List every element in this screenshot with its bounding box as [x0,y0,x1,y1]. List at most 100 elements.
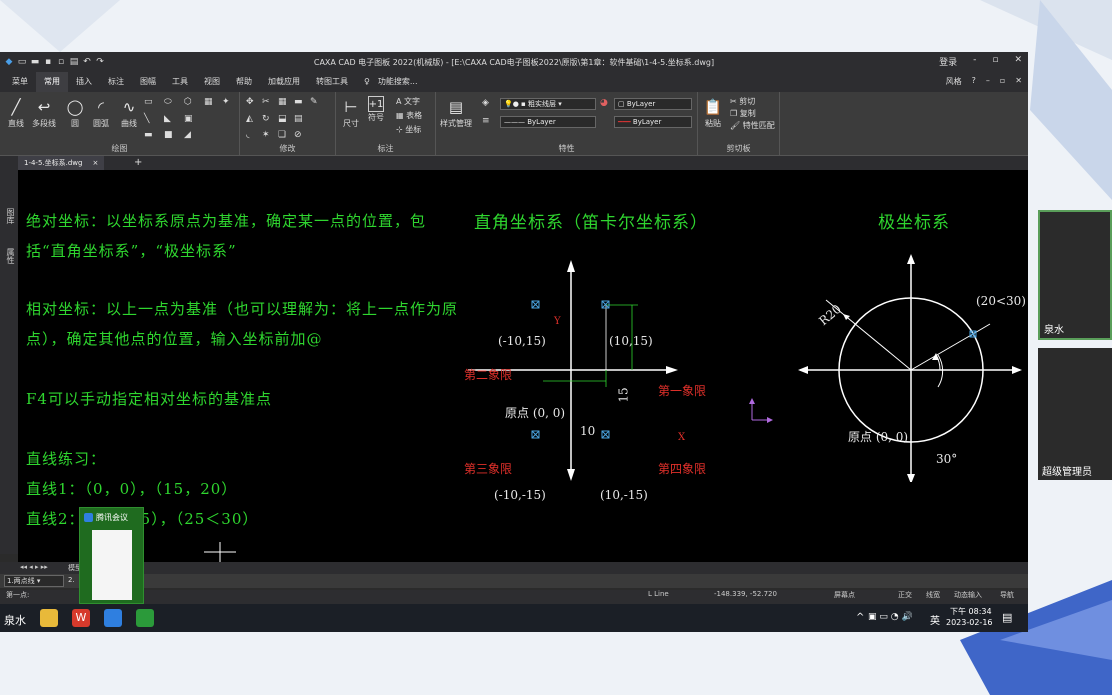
status-lineweight[interactable]: 线宽 [926,590,940,600]
ime-indicator[interactable]: 英 [930,612,940,627]
linetype-icon[interactable]: ≡ [482,116,490,126]
color-dropdown[interactable]: ▢ ByLayer [614,98,692,110]
ribbon-minimize-icon[interactable]: – [986,76,990,87]
polyline-tool[interactable]: ↩ 多段线 [32,96,56,129]
help-icon[interactable]: ? [972,76,976,87]
close-button[interactable]: ✕ [1014,55,1022,68]
block-icon[interactable]: ▬ [144,130,153,140]
cut-button[interactable]: ✂ 剪切 [730,96,755,107]
point-icon[interactable]: ✦ [222,97,230,107]
ribbon-restore-icon[interactable]: ▫ [1000,76,1005,87]
lineweight-value: ByLayer [632,118,662,126]
spline-icon[interactable]: ◢ [184,130,191,140]
menu-item-convert-tools[interactable]: 转图工具 [308,72,356,92]
status-dynamic-input[interactable]: 动态输入 [954,590,982,600]
explode-icon[interactable]: ✶ [262,130,270,140]
symbol-tool[interactable]: +1 符号 [368,96,384,123]
image-icon[interactable]: ■ [164,130,173,140]
menu-item-frame[interactable]: 图幅 [132,72,164,92]
arc-tool[interactable]: ◜ 圆弧 [90,96,112,129]
polygon-icon[interactable]: ⬡ [184,97,192,107]
paste-icon: 📋 [703,98,723,116]
scale-icon[interactable]: ⬓ [278,114,287,124]
trim-icon[interactable]: ✂ [262,97,270,107]
tab-close-icon[interactable]: × [92,156,98,170]
match-properties-button[interactable]: 🖌 特性匹配 [730,120,775,131]
style-manager-tool[interactable]: ▤ 样式管理 [440,96,472,129]
tab-document[interactable]: 1-4-5.坐标系.dwg × [18,156,105,170]
draw-group: ╱ 直线 ↩ 多段线 ◯ 圆 ◜ 圆弧 ∿ 曲线 ▭ ⬭ ⬡ ▦ ✦ ╲ ◣ ▣… [0,92,240,156]
clock-date[interactable]: 2023-02-16 [946,618,993,627]
linetype-dropdown[interactable]: ——— ByLayer [500,116,596,128]
layout-nav-arrows[interactable]: ◂◂ ◂ ▸ ▸▸ [20,563,48,571]
menu-item-common[interactable]: 常用 [36,72,68,92]
color-wheel-icon[interactable]: ◕ [600,98,608,108]
sidebar-item-library[interactable]: 图库 [2,208,16,224]
menu-item-tools[interactable]: 工具 [164,72,196,92]
tencent-meeting-popup[interactable]: 腾讯会议 [79,507,144,604]
minimize-button[interactable]: - [973,55,976,68]
file-explorer-icon[interactable] [40,609,58,627]
command-option-2[interactable]: 2. [68,576,75,584]
login-link[interactable]: 登录 [939,55,957,68]
circle-tool[interactable]: ◯ 圆 [64,96,86,129]
mirror-icon[interactable]: ◭ [246,114,253,124]
menu-item-insert[interactable]: 插入 [68,72,100,92]
rotate-icon[interactable]: ↻ [262,114,270,124]
caxa-taskbar-icon[interactable] [136,609,154,627]
offset-icon[interactable]: ◣ [164,114,171,124]
menu-item-help[interactable]: 帮助 [228,72,260,92]
pencil-icon[interactable]: ✎ [310,97,318,107]
layer-dropdown[interactable]: 💡● ▪ 粗实线层 ▾ [500,98,596,110]
style-dropdown[interactable]: 风格 [946,76,962,87]
polyline-icon: ↩ [37,98,51,116]
text-button[interactable]: A 文字 [396,96,420,107]
status-ortho[interactable]: 正交 [898,590,912,600]
ribbon-close-icon[interactable]: ✕ [1015,76,1022,87]
layer-manager-icon[interactable]: ◈ [482,98,489,108]
menu-item-dimension[interactable]: 标注 [100,72,132,92]
dimension-tool[interactable]: ⊢ 尺寸 [340,96,362,129]
copy-modify-icon[interactable]: ❏ [278,130,286,140]
participant-tile-2[interactable]: 超级管理员 [1038,348,1112,480]
popup-thumbnail[interactable] [92,530,132,600]
window-title: CAXA CAD 电子图板 2022(机械版) - [E:\CAXA CAD电子… [313,58,715,67]
move-icon[interactable]: ✥ [246,97,254,107]
wps-icon[interactable]: W [72,609,90,627]
arc-label: 圆弧 [93,119,109,128]
tencent-meeting-taskbar-icon[interactable] [104,609,122,627]
array-icon[interactable]: ▦ [278,97,287,107]
erase-icon[interactable]: ▬ [294,97,303,107]
copy-button[interactable]: ❐ 复制 [730,108,756,119]
fill-icon[interactable]: ▣ [184,114,193,124]
add-tab-button[interactable]: + [134,156,142,170]
paste-tool[interactable]: 📋 粘贴 [702,96,724,129]
curve-tool[interactable]: ∿ 曲线 [118,96,140,129]
menu-item-load-app[interactable]: 加载应用 [260,72,308,92]
coordinate-button[interactable]: ⊹ 坐标 [396,124,421,135]
menu-item-menu[interactable]: 菜单 [4,72,36,92]
rectangle-icon[interactable]: ▭ [144,97,153,107]
participant-tile-1[interactable]: 泉水 [1038,210,1112,340]
sidebar-item-properties[interactable]: 属性 [2,248,16,264]
hatch-icon[interactable]: ▦ [204,97,213,107]
function-search[interactable]: 功能搜索... [378,72,426,92]
tray-expand-icon[interactable]: ^ [856,612,864,623]
clock-time[interactable]: 下午 08:34 [950,606,992,617]
taskbar: 泉水 W ^ ▣ ▭ ◔ 🔊 英 下午 08:34 2023-02-16 ▤ [0,604,1028,632]
centerline-icon[interactable]: ╲ [144,114,149,124]
menu-item-view[interactable]: 视图 [196,72,228,92]
lineweight-dropdown[interactable]: ━━━ ByLayer [614,116,692,128]
maximize-button[interactable]: ▫ [992,55,998,68]
fillet-icon[interactable]: ◟ [246,130,250,140]
break-icon[interactable]: ⊘ [294,130,302,140]
notification-icon[interactable]: ▤ [1002,611,1012,624]
table-button[interactable]: ▦ 表格 [396,110,422,121]
command-option-combo[interactable]: 1.两点线 ▾ [4,575,64,587]
stretch-icon[interactable]: ▤ [294,114,303,124]
drawing-canvas[interactable]: 绝对坐标：以坐标系原点为基准，确定某一点的位置，包 括“直角坐标系”，“极坐标系… [18,170,1028,562]
line-tool[interactable]: ╱ 直线 [5,96,27,129]
status-navigation[interactable]: 导航 [1000,590,1014,600]
ellipse-icon[interactable]: ⬭ [164,97,172,107]
status-snap-mode[interactable]: 屏幕点 [834,590,855,600]
